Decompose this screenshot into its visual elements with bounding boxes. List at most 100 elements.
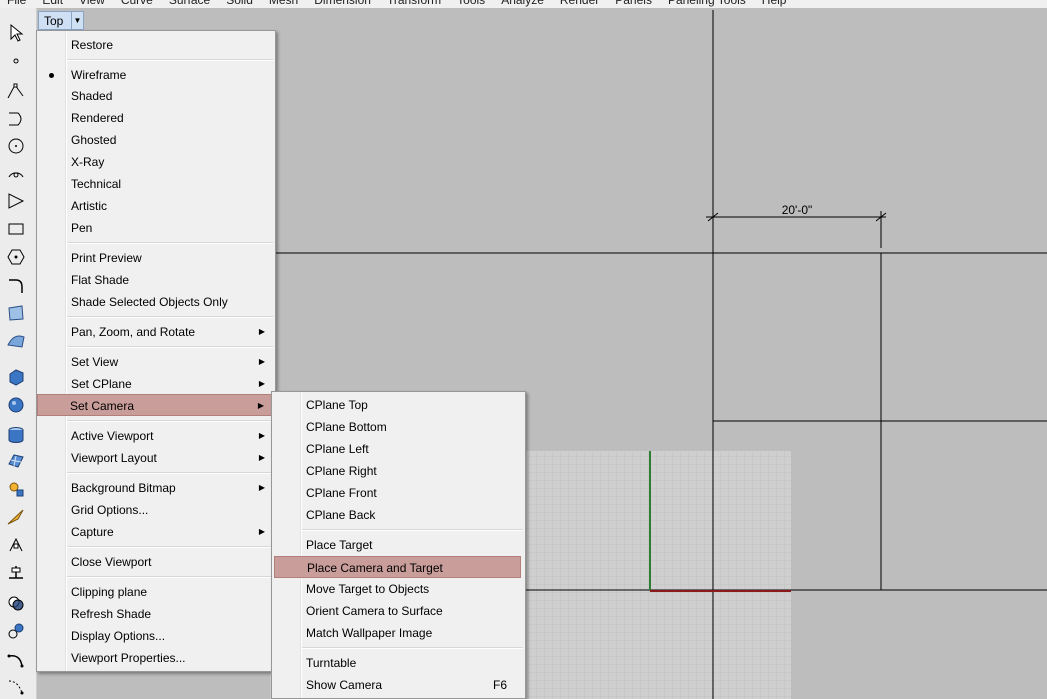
transform-gear-icon[interactable] bbox=[5, 478, 27, 500]
boolean-icon[interactable] bbox=[5, 592, 27, 614]
menu-item-label: Place Target bbox=[306, 538, 373, 552]
menu-item-cplane-right[interactable]: CPlane Right bbox=[274, 460, 523, 482]
menu-item-set-camera[interactable]: Set Camera ▶ bbox=[37, 394, 273, 416]
menu-item-label: CPlane Right bbox=[306, 464, 377, 478]
polygon-icon[interactable] bbox=[5, 246, 27, 268]
menu-item-wireframe[interactable]: Wireframe bbox=[39, 64, 273, 86]
menu-item-rendered[interactable]: Rendered bbox=[39, 107, 273, 129]
menu-transform[interactable]: Transform bbox=[379, 0, 449, 8]
menu-item-label: Refresh Shade bbox=[71, 607, 152, 621]
analyze-tool-icon[interactable] bbox=[5, 534, 27, 556]
menu-item-label: Close Viewport bbox=[71, 555, 152, 569]
menu-item-label: Restore bbox=[71, 38, 114, 52]
menu-tools[interactable]: Tools bbox=[449, 0, 493, 8]
menu-curve[interactable]: Curve bbox=[113, 0, 161, 8]
menu-item-print-preview[interactable]: Print Preview bbox=[39, 247, 273, 269]
menu-item-viewport-properties[interactable]: Viewport Properties... bbox=[39, 647, 273, 669]
menu-item-show-camera[interactable]: Show Camera F6 bbox=[274, 674, 523, 696]
menu-dimension[interactable]: Dimension bbox=[306, 0, 379, 8]
menu-item-technical[interactable]: Technical bbox=[39, 173, 273, 195]
curve-icon[interactable] bbox=[5, 108, 27, 130]
menu-item-ghosted[interactable]: Ghosted bbox=[39, 129, 273, 151]
point-icon[interactable] bbox=[5, 49, 27, 71]
menu-item-artistic[interactable]: Artistic bbox=[39, 195, 273, 217]
menu-item-background-bitmap[interactable]: Background Bitmap ▶ bbox=[39, 477, 273, 499]
ellipse-icon[interactable] bbox=[5, 190, 27, 212]
surface-from-points-icon[interactable] bbox=[5, 302, 27, 324]
menu-item-label: Viewport Properties... bbox=[71, 651, 186, 665]
menu-item-xray[interactable]: X-Ray bbox=[39, 151, 273, 173]
menu-edit[interactable]: Edit bbox=[34, 0, 71, 8]
menu-item-capture[interactable]: Capture ▶ bbox=[39, 521, 273, 543]
menu-item-display-options[interactable]: Display Options... bbox=[39, 625, 273, 647]
menu-file[interactable]: File bbox=[0, 0, 34, 8]
menu-item-cplane-front[interactable]: CPlane Front bbox=[274, 482, 523, 504]
menu-item-label: Rendered bbox=[71, 111, 124, 125]
menu-help[interactable]: Help bbox=[754, 0, 795, 8]
split-icon[interactable] bbox=[5, 620, 27, 642]
menu-item-cplane-back[interactable]: CPlane Back bbox=[274, 504, 523, 526]
submenu-arrow-icon: ▶ bbox=[258, 379, 265, 388]
viewport-menu-dropdown-icon[interactable]: ▼ bbox=[71, 12, 83, 29]
menu-item-move-target-to-objects[interactable]: Move Target to Objects bbox=[274, 578, 523, 600]
rectangle-icon[interactable] bbox=[5, 218, 27, 240]
menu-surface[interactable]: Surface bbox=[161, 0, 218, 8]
menu-item-place-target[interactable]: Place Target bbox=[274, 534, 523, 556]
menu-separator bbox=[302, 529, 523, 531]
menu-item-close-viewport[interactable]: Close Viewport bbox=[39, 551, 273, 573]
menu-mesh[interactable]: Mesh bbox=[261, 0, 306, 8]
menu-item-cplane-left[interactable]: CPlane Left bbox=[274, 438, 523, 460]
menu-separator bbox=[67, 472, 273, 474]
dimension-tool-icon[interactable] bbox=[5, 506, 27, 528]
blend-curve-icon[interactable] bbox=[5, 649, 27, 671]
menu-separator bbox=[302, 647, 523, 649]
menu-item-label: Set Camera bbox=[70, 399, 135, 413]
menu-item-cplane-top[interactable]: CPlane Top bbox=[274, 394, 523, 416]
menu-item-active-viewport[interactable]: Active Viewport ▶ bbox=[39, 425, 273, 447]
surface-edit-icon[interactable] bbox=[5, 330, 27, 352]
menu-item-match-wallpaper-image[interactable]: Match Wallpaper Image bbox=[274, 622, 523, 644]
menu-item-set-view[interactable]: Set View ▶ bbox=[39, 351, 273, 373]
main-menubar: File Edit View Curve Surface Solid Mesh Dimensi… bbox=[0, 0, 1047, 8]
menu-item-shade-selected[interactable]: Shade Selected Objects Only bbox=[39, 291, 273, 313]
solid-sphere-icon[interactable] bbox=[5, 394, 27, 416]
menu-item-label: Ghosted bbox=[71, 133, 117, 147]
viewport-title-tab[interactable]: Top ▼ bbox=[38, 11, 84, 30]
solid-cylinder-icon[interactable] bbox=[5, 424, 27, 446]
menu-item-turntable[interactable]: Turntable bbox=[274, 652, 523, 674]
menu-view[interactable]: View bbox=[71, 0, 113, 8]
menu-item-cplane-bottom[interactable]: CPlane Bottom bbox=[274, 416, 523, 438]
menu-item-label: Display Options... bbox=[71, 629, 166, 643]
solid-box-icon[interactable] bbox=[5, 366, 27, 388]
menu-item-label: CPlane Left bbox=[306, 442, 369, 456]
menu-render[interactable]: Render bbox=[552, 0, 607, 8]
polyline-icon[interactable] bbox=[5, 80, 27, 102]
match-curve-icon[interactable] bbox=[5, 676, 27, 698]
menu-item-place-camera-and-target[interactable]: Place Camera and Target bbox=[274, 556, 521, 578]
menu-item-label: Active Viewport bbox=[71, 429, 154, 443]
menu-item-label: Show Camera bbox=[306, 678, 383, 692]
menu-item-label: Technical bbox=[71, 177, 122, 191]
menu-item-set-cplane[interactable]: Set CPlane ▶ bbox=[39, 373, 273, 395]
menu-item-clipping-plane[interactable]: Clipping plane bbox=[39, 581, 273, 603]
menu-item-refresh-shade[interactable]: Refresh Shade bbox=[39, 603, 273, 625]
menu-analyze[interactable]: Analyze bbox=[493, 0, 552, 8]
mesh-icon[interactable] bbox=[5, 450, 27, 472]
menu-paneling-tools[interactable]: Paneling Tools bbox=[660, 0, 754, 8]
circle-icon[interactable] bbox=[5, 135, 27, 157]
render-tool-icon[interactable] bbox=[5, 561, 27, 583]
menu-panels[interactable]: Panels bbox=[607, 0, 660, 8]
menu-separator bbox=[67, 346, 273, 348]
fillet-curve-icon[interactable] bbox=[5, 274, 27, 296]
menu-item-shaded[interactable]: Shaded bbox=[39, 85, 273, 107]
menu-item-restore[interactable]: Restore bbox=[39, 34, 273, 56]
select-arrow-icon[interactable] bbox=[5, 22, 27, 44]
menu-item-grid-options[interactable]: Grid Options... bbox=[39, 499, 273, 521]
menu-item-viewport-layout[interactable]: Viewport Layout ▶ bbox=[39, 447, 273, 469]
menu-item-pen[interactable]: Pen bbox=[39, 217, 273, 239]
menu-item-orient-camera-to-surface[interactable]: Orient Camera to Surface bbox=[274, 600, 523, 622]
menu-solid[interactable]: Solid bbox=[218, 0, 261, 8]
menu-item-pan-zoom-rotate[interactable]: Pan, Zoom, and Rotate ▶ bbox=[39, 321, 273, 343]
arc-icon[interactable] bbox=[5, 162, 27, 184]
menu-item-flat-shade[interactable]: Flat Shade bbox=[39, 269, 273, 291]
